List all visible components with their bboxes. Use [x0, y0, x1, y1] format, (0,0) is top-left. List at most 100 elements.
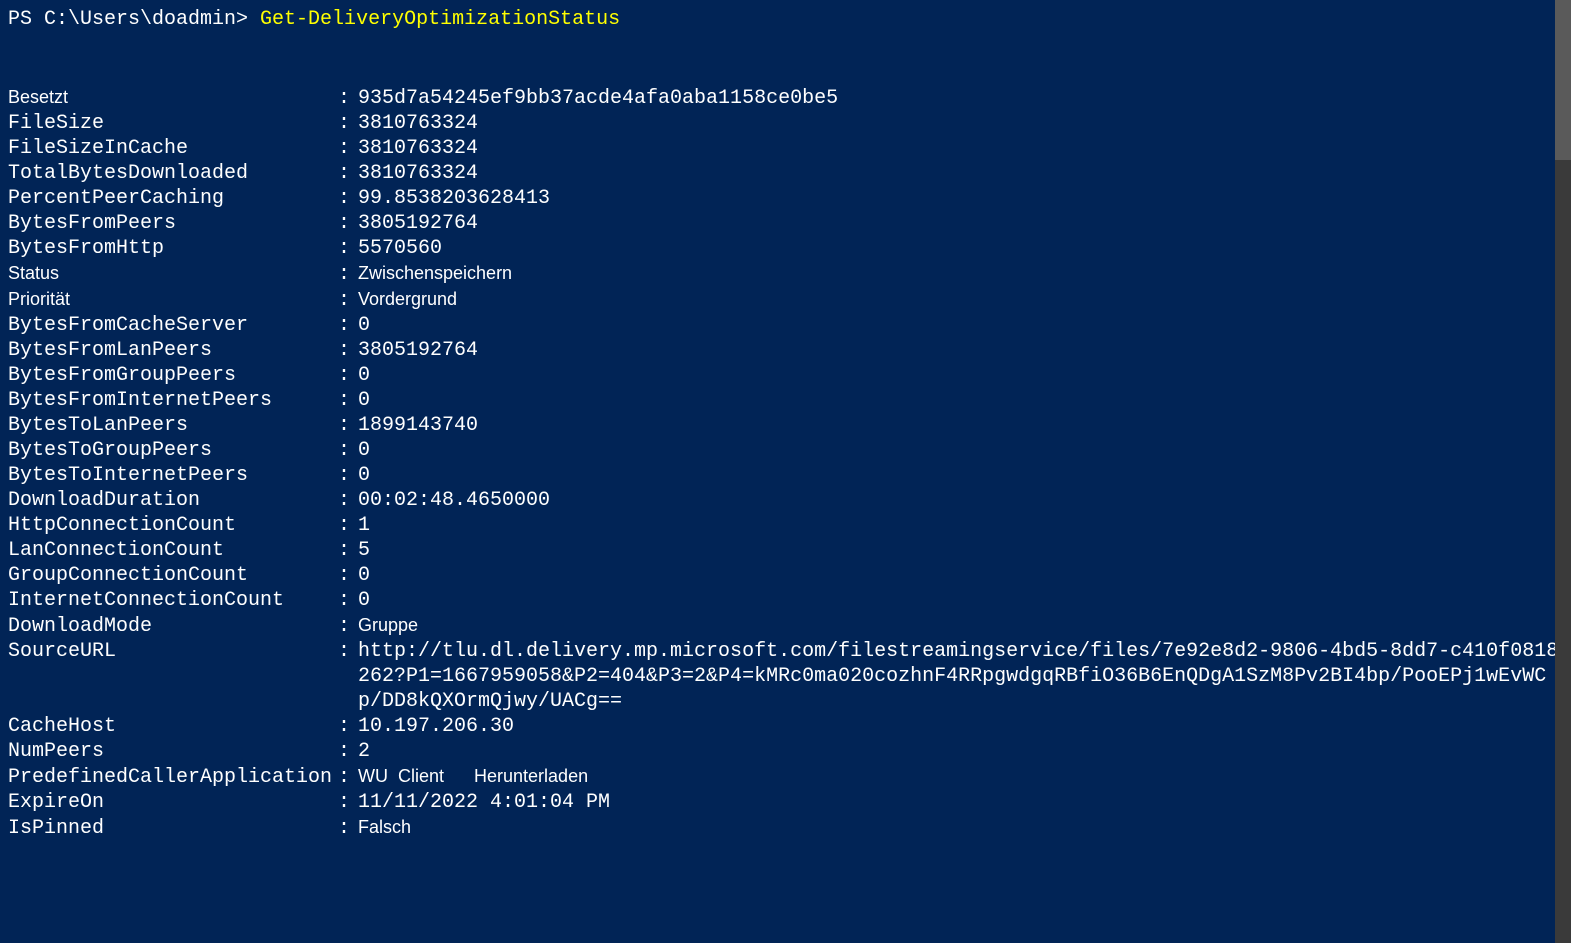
output-row: HttpConnectionCount:1	[8, 513, 1563, 538]
output-row: BytesFromInternetPeers:0	[8, 388, 1563, 413]
property-value: 00:02:48.4650000	[358, 488, 1563, 513]
output-row: BytesToGroupPeers:0	[8, 438, 1563, 463]
colon-separator: :	[338, 313, 358, 338]
colon-separator: :	[338, 413, 358, 438]
output-row: Status:Zwischenspeichern	[8, 261, 1563, 287]
colon-separator: :	[338, 86, 358, 111]
property-key: BytesFromLanPeers	[8, 338, 338, 363]
colon-separator: :	[338, 563, 358, 588]
property-value: 0	[358, 463, 1563, 488]
colon-separator: :	[338, 639, 358, 664]
property-value: 10.197.206.30	[358, 714, 1563, 739]
property-value: 5570560	[358, 236, 1563, 261]
property-value: http://tlu.dl.delivery.mp.microsoft.com/…	[358, 639, 1563, 714]
prompt-line: PS C:\Users\doadmin> Get-DeliveryOptimiz…	[8, 8, 1563, 31]
colon-separator: :	[338, 161, 358, 186]
colon-separator: :	[338, 388, 358, 413]
output-row: BytesToLanPeers:1899143740	[8, 413, 1563, 438]
output-row: Besetzt:935d7a54245ef9bb37acde4afa0aba11…	[8, 85, 1563, 111]
property-value: 0	[358, 388, 1563, 413]
shell-prompt: PS C:\Users\doadmin>	[8, 8, 260, 31]
property-key: Priorität	[8, 287, 338, 312]
property-key: BytesFromHttp	[8, 236, 338, 261]
property-key: BytesToGroupPeers	[8, 438, 338, 463]
property-value: WU Client Herunterladen	[358, 764, 1563, 789]
output-row: NumPeers:2	[8, 739, 1563, 764]
colon-separator: :	[338, 363, 358, 388]
property-value: 3805192764	[358, 338, 1563, 363]
colon-separator: :	[338, 765, 358, 790]
property-key: TotalBytesDownloaded	[8, 161, 338, 186]
property-key: HttpConnectionCount	[8, 513, 338, 538]
colon-separator: :	[338, 714, 358, 739]
colon-separator: :	[338, 538, 358, 563]
property-key: FileSizeInCache	[8, 136, 338, 161]
property-value: 1	[358, 513, 1563, 538]
output-row: BytesFromCacheServer:0	[8, 313, 1563, 338]
property-value: 11/11/2022 4:01:04 PM	[358, 790, 1563, 815]
output-row: BytesFromPeers:3805192764	[8, 211, 1563, 236]
property-key: NumPeers	[8, 739, 338, 764]
property-value: Gruppe	[358, 613, 1563, 638]
property-key: GroupConnectionCount	[8, 563, 338, 588]
scrollbar[interactable]	[1555, 0, 1571, 943]
property-value: 0	[358, 438, 1563, 463]
property-key: FileSize	[8, 111, 338, 136]
output-row: GroupConnectionCount:0	[8, 563, 1563, 588]
colon-separator: :	[338, 739, 358, 764]
property-value: 0	[358, 313, 1563, 338]
colon-separator: :	[338, 288, 358, 313]
property-key: InternetConnectionCount	[8, 588, 338, 613]
scrollbar-thumb[interactable]	[1555, 0, 1571, 160]
output-row: InternetConnectionCount:0	[8, 588, 1563, 613]
output-spacer	[8, 35, 1563, 85]
property-value: 3810763324	[358, 161, 1563, 186]
property-key: DownloadDuration	[8, 488, 338, 513]
output-row: Priorität:Vordergrund	[8, 287, 1563, 313]
colon-separator: :	[338, 588, 358, 613]
output-row: PredefinedCallerApplication:WU Client He…	[8, 764, 1563, 790]
colon-separator: :	[338, 488, 358, 513]
output-row: ExpireOn:11/11/2022 4:01:04 PM	[8, 790, 1563, 815]
property-value: 3810763324	[358, 111, 1563, 136]
output-row: FileSizeInCache:3810763324	[8, 136, 1563, 161]
output-row: DownloadMode:Gruppe	[8, 613, 1563, 639]
property-key: BytesToLanPeers	[8, 413, 338, 438]
property-key: ExpireOn	[8, 790, 338, 815]
property-value: 1899143740	[358, 413, 1563, 438]
property-value: 5	[358, 538, 1563, 563]
property-value: Zwischenspeichern	[358, 261, 1563, 286]
property-value: 2	[358, 739, 1563, 764]
property-key: BytesToInternetPeers	[8, 463, 338, 488]
output-row: TotalBytesDownloaded:3810763324	[8, 161, 1563, 186]
output-row: BytesToInternetPeers:0	[8, 463, 1563, 488]
property-value: 99.8538203628413	[358, 186, 1563, 211]
property-value: 935d7a54245ef9bb37acde4afa0aba1158ce0be5	[358, 86, 1563, 111]
output-row: CacheHost:10.197.206.30	[8, 714, 1563, 739]
output-row: PercentPeerCaching:99.8538203628413	[8, 186, 1563, 211]
property-key: LanConnectionCount	[8, 538, 338, 563]
output-row: DownloadDuration:00:02:48.4650000	[8, 488, 1563, 513]
colon-separator: :	[338, 438, 358, 463]
property-key: BytesFromCacheServer	[8, 313, 338, 338]
property-value: Vordergrund	[358, 287, 1563, 312]
property-key: Status	[8, 261, 338, 286]
property-value: Falsch	[358, 815, 1563, 840]
property-key: BytesFromInternetPeers	[8, 388, 338, 413]
output-row: SourceURL:http://tlu.dl.delivery.mp.micr…	[8, 639, 1563, 714]
command-text: Get-DeliveryOptimizationStatus	[260, 8, 620, 31]
colon-separator: :	[338, 816, 358, 841]
property-value: 3805192764	[358, 211, 1563, 236]
colon-separator: :	[338, 513, 358, 538]
colon-separator: :	[338, 236, 358, 261]
property-value: 0	[358, 588, 1563, 613]
output-row: BytesFromLanPeers:3805192764	[8, 338, 1563, 363]
property-key: SourceURL	[8, 639, 338, 664]
output-row: IsPinned:Falsch	[8, 815, 1563, 841]
property-value: 3810763324	[358, 136, 1563, 161]
colon-separator: :	[338, 111, 358, 136]
colon-separator: :	[338, 614, 358, 639]
property-key: BytesFromPeers	[8, 211, 338, 236]
command-output: Besetzt:935d7a54245ef9bb37acde4afa0aba11…	[8, 85, 1563, 841]
colon-separator: :	[338, 211, 358, 236]
